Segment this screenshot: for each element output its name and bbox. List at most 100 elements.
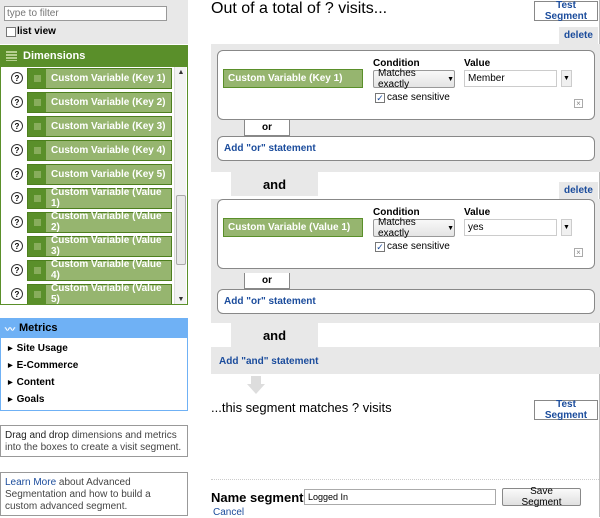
metric-item[interactable]: ▶ Goals <box>1 391 187 408</box>
drag-handle-icon[interactable] <box>28 92 46 112</box>
segment-name-input[interactable] <box>304 489 496 505</box>
help-icon[interactable]: ? <box>11 192 23 204</box>
dimension-pill[interactable]: Custom Variable (Key 5) <box>27 163 172 185</box>
condition-select[interactable]: Matches exactly ▼ <box>373 68 455 90</box>
dimension-item[interactable]: ? Custom Variable (Value 1) <box>1 187 176 209</box>
dimension-pill[interactable]: Custom Variable (Key 4) <box>27 139 172 161</box>
drag-handle-icon[interactable] <box>28 140 46 160</box>
case-sensitive-toggle[interactable]: ✓ case sensitive <box>375 92 450 103</box>
learn-more-help: Learn More about Advanced Segmentation a… <box>0 472 188 516</box>
metric-item[interactable]: ▶ E-Commerce <box>1 357 187 374</box>
dimension-item[interactable]: ? Custom Variable (Key 3) <box>1 115 176 137</box>
test-segment-button-bottom[interactable]: Test Segment <box>534 399 598 421</box>
dimensions-scrollbar[interactable]: ▲ ▼ <box>174 67 186 304</box>
metrics-header[interactable]: 〰 Metrics <box>0 318 188 338</box>
dimensions-list: ? Custom Variable (Key 1) ? Custom Variabl… <box>0 67 188 305</box>
dimension-item[interactable]: ? Custom Variable (Key 2) <box>1 91 176 113</box>
drag-handle-icon[interactable] <box>28 116 46 136</box>
segment-matches-text: ...this segment matches ? visits <box>211 400 392 415</box>
help-icon[interactable]: ? <box>11 168 23 180</box>
drag-handle-icon[interactable] <box>28 164 46 184</box>
chevron-down-icon: ▼ <box>447 75 454 83</box>
list-view-toggle[interactable]: list view <box>6 26 56 37</box>
metric-item[interactable]: ▶ Site Usage <box>1 340 187 357</box>
close-icon[interactable]: × <box>574 248 583 257</box>
or-separator <box>289 120 596 136</box>
filter-area: list view <box>0 0 188 44</box>
delete-condition-2[interactable]: delete <box>559 182 598 199</box>
value-dropdown-icon[interactable]: ▼ <box>561 70 572 87</box>
help-icon[interactable]: ? <box>11 144 23 156</box>
help-icon[interactable]: ? <box>11 288 23 300</box>
dimensions-title: Dimensions <box>23 50 86 62</box>
filter-input[interactable] <box>4 6 167 21</box>
metric-item[interactable]: ▶ Content <box>1 374 187 391</box>
condition-group-2: Custom Variable (Value 1) Condition Valu… <box>211 199 600 323</box>
segment-builder: Out of a total of ? visits... Test Segme… <box>200 0 600 518</box>
condition-row: Custom Variable (Value 1) Condition Valu… <box>217 199 595 269</box>
dimension-pill[interactable]: Custom Variable (Key 1) <box>27 67 172 89</box>
drag-handle-icon[interactable] <box>28 236 46 256</box>
help-icon[interactable]: ? <box>11 72 23 84</box>
dimension-pill[interactable]: Custom Variable (Key 2) <box>27 91 172 113</box>
list-view-checkbox[interactable] <box>6 26 16 37</box>
value-label: Value <box>464 207 491 218</box>
scroll-thumb[interactable] <box>176 195 186 265</box>
scroll-up-icon[interactable]: ▲ <box>175 67 187 77</box>
add-or-statement[interactable]: Add "or" statement <box>217 289 595 314</box>
dimension-item[interactable]: ? Custom Variable (Key 5) <box>1 163 176 185</box>
drag-handle-icon[interactable] <box>28 260 46 280</box>
dimension-drop-pill[interactable]: Custom Variable (Key 1) <box>223 69 363 88</box>
learn-more-link[interactable]: Learn More <box>5 477 56 488</box>
dimension-label: Custom Variable (Value 5) <box>46 283 171 304</box>
list-view-label: list view <box>17 26 56 37</box>
dimensions-header[interactable]: Dimensions <box>0 45 188 67</box>
save-segment-button[interactable]: Save Segment <box>502 486 581 508</box>
dimension-item[interactable]: ? Custom Variable (Key 4) <box>1 139 176 161</box>
help-icon[interactable]: ? <box>11 264 23 276</box>
dimension-pill[interactable]: Custom Variable (Value 3) <box>27 235 172 257</box>
condition-select[interactable]: Matches exactly ▼ <box>373 217 455 239</box>
cancel-link[interactable]: Cancel <box>213 507 244 518</box>
dimension-pill[interactable]: Custom Variable (Key 3) <box>27 115 172 137</box>
dimension-pill[interactable]: Custom Variable (Value 4) <box>27 259 172 281</box>
delete-condition-1[interactable]: delete <box>559 27 598 44</box>
value-input[interactable]: yes <box>464 219 557 236</box>
dimension-label: Custom Variable (Value 4) <box>46 259 171 281</box>
drag-handle-icon[interactable] <box>28 212 46 232</box>
add-or-statement[interactable]: Add "or" statement <box>217 136 595 161</box>
help-icon[interactable]: ? <box>11 240 23 252</box>
test-segment-button-top[interactable]: Test Segment <box>534 0 598 22</box>
add-or-link[interactable]: Add "or" statement <box>224 296 316 307</box>
close-icon[interactable]: × <box>574 99 583 108</box>
dimension-pill[interactable]: Custom Variable (Value 2) <box>27 211 172 233</box>
dimension-item[interactable]: ? Custom Variable (Value 2) <box>1 211 176 233</box>
metrics-title: Metrics <box>19 322 58 334</box>
dimension-pill[interactable]: Custom Variable (Value 5) <box>27 283 172 304</box>
checkbox-checked-icon[interactable]: ✓ <box>375 241 385 252</box>
drag-handle-icon[interactable] <box>28 68 46 88</box>
add-and-link[interactable]: Add "and" statement <box>219 356 319 367</box>
page-title: Out of a total of ? visits... <box>211 0 388 17</box>
dimension-pill[interactable]: Custom Variable (Value 1) <box>27 187 172 209</box>
metric-label: Content <box>16 377 55 388</box>
dimension-item[interactable]: ? Custom Variable (Key 1) <box>1 67 176 89</box>
help-icon[interactable]: ? <box>11 120 23 132</box>
metric-label: Site Usage <box>16 343 68 354</box>
dimension-item[interactable]: ? Custom Variable (Value 3) <box>1 235 176 257</box>
help-icon[interactable]: ? <box>11 96 23 108</box>
help-icon[interactable]: ? <box>11 216 23 228</box>
drag-handle-icon[interactable] <box>28 284 46 304</box>
expand-arrow-icon: ▶ <box>8 346 13 352</box>
add-or-link[interactable]: Add "or" statement <box>224 143 316 154</box>
dimension-drop-pill[interactable]: Custom Variable (Value 1) <box>223 218 363 237</box>
value-input[interactable]: Member <box>464 70 557 87</box>
case-sensitive-toggle[interactable]: ✓ case sensitive <box>375 241 450 252</box>
dimension-item[interactable]: ? Custom Variable (Value 4) <box>1 259 176 281</box>
checkbox-checked-icon[interactable]: ✓ <box>375 92 385 103</box>
metrics-list: ▶ Site Usage ▶ E-Commerce ▶ Content ▶ Goals <box>0 338 188 411</box>
value-dropdown-icon[interactable]: ▼ <box>561 219 572 236</box>
dimension-item[interactable]: ? Custom Variable (Value 5) <box>1 283 176 304</box>
scroll-down-icon[interactable]: ▼ <box>175 294 187 304</box>
drag-handle-icon[interactable] <box>28 188 46 208</box>
